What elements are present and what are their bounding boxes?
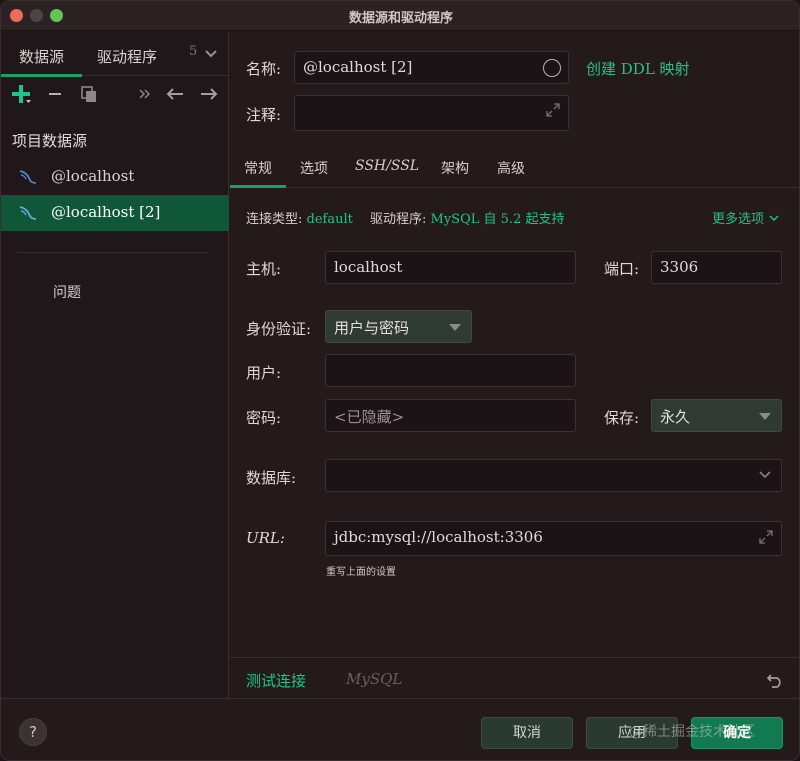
remove-icon[interactable] [43,82,67,106]
tab-advanced[interactable]: 高级 [497,158,525,178]
title-bar: 数据源和驱动程序 [1,1,799,31]
save-label: 保存: [604,409,640,427]
save-value: 永久 [660,408,691,426]
color-circle-icon[interactable] [543,59,561,77]
expand-icon[interactable] [759,530,773,544]
password-label: 密码: [246,409,282,427]
data-source-label: @localhost [2] [51,203,161,221]
more-options-toggle[interactable]: 更多选项 [712,208,780,227]
tab-drivers[interactable]: 驱动程序 [97,46,157,67]
forward-arrow-icon[interactable] [197,82,221,106]
help-button[interactable]: ? [19,718,47,746]
url-label: URL: [246,529,285,547]
tab-general[interactable]: 常规 [230,158,286,188]
chevron-down-icon[interactable] [203,46,219,62]
revert-icon[interactable] [766,671,784,689]
url-value: jdbc:mysql://localhost:3306 [334,528,543,546]
dropdown-caret-icon [449,324,461,331]
name-field-value: @localhost [2] [303,58,413,76]
problems-item[interactable]: 问题 [53,282,81,302]
chevron-down-icon[interactable] [758,469,772,481]
back-arrow-icon[interactable] [163,82,187,106]
left-tabs: 数据源 驱动程序 5 [1,32,229,77]
create-ddl-mapping-link[interactable]: 创建 DDL 映射 [586,58,690,79]
connection-type-info: 连接类型: default [246,208,353,227]
connection-type-label: 连接类型: [246,212,303,227]
comment-label: 注释: [246,106,282,124]
mysql-dolphin-icon [19,206,37,220]
url-field[interactable]: jdbc:mysql://localhost:3306 [325,521,782,556]
name-label: 名称: [246,60,282,78]
cancel-button[interactable]: 取消 [481,717,573,749]
divider [230,657,799,658]
comment-field[interactable] [294,95,569,131]
port-label: 端口: [604,260,640,278]
database-field[interactable] [325,459,782,492]
host-field[interactable]: localhost [325,251,576,284]
add-icon[interactable] [9,82,33,106]
url-override-note: 重写上面的设置 [326,567,396,578]
mysql-dolphin-icon [19,170,37,184]
data-source-label: @localhost [51,167,135,185]
host-label: 主机: [246,260,282,278]
tab-data-sources[interactable]: 数据源 [1,46,83,77]
settings-tabs: 常规 选项 SSH/SSL 架构 高级 [230,150,799,188]
tab-schemas[interactable]: 架构 [441,158,469,178]
driver-support-note: 自 5.2 起支持 [483,212,565,227]
more-options-label: 更多选项 [712,212,765,227]
left-panel: 数据源 驱动程序 5 项目数据源 @localhost @localhost [… [1,32,229,760]
driver-label: 驱动程序: [370,212,427,227]
project-data-sources-heading: 项目数据源 [12,132,88,150]
save-select[interactable]: 永久 [651,399,782,432]
tab-overflow-indicator: 5 [189,44,198,59]
port-field[interactable]: 3306 [651,251,782,284]
dropdown-caret-icon [759,413,771,420]
tab-options[interactable]: 选项 [300,158,328,178]
divider [17,252,209,253]
name-field[interactable]: @localhost [2] [294,51,569,84]
watermark-text: @稀土掘金技术社区 [629,724,755,740]
chevron-down-icon [769,215,779,222]
authentication-value: 用户与密码 [334,319,410,337]
driver-name-dim: MySQL [346,670,403,688]
user-field[interactable] [325,354,576,387]
window-title: 数据源和驱动程序 [348,11,453,26]
authentication-label: 身份验证: [246,320,312,338]
tab-ssh-ssl[interactable]: SSH/SSL [355,158,419,174]
test-connection-link[interactable]: 测试连接 [246,670,306,691]
driver-info: 驱动程序: MySQL 自 5.2 起支持 [370,208,564,227]
dialog-footer: ? 取消 应用 确定 @稀土掘金技术社区 [1,698,799,760]
data-source-item[interactable]: @localhost [1,159,229,195]
data-source-item-selected[interactable]: @localhost [2] [1,195,229,231]
driver-value[interactable]: MySQL [431,212,480,227]
expand-icon[interactable] [546,103,560,117]
database-label: 数据库: [246,469,297,487]
connection-type-value[interactable]: default [307,212,353,227]
password-field[interactable]: <已隐藏> [325,399,576,432]
user-label: 用户: [246,364,282,382]
dialog-window: 数据源和驱动程序 数据源 驱动程序 5 项目数据源 @localhost @lo… [0,0,800,761]
authentication-select[interactable]: 用户与密码 [325,310,472,343]
double-chevron-right-icon[interactable] [133,82,157,106]
left-toolbar [1,80,229,110]
settings-panel: 名称: @localhost [2] 创建 DDL 映射 注释: 常规 选项 S… [230,32,799,760]
duplicate-icon[interactable] [77,82,101,106]
